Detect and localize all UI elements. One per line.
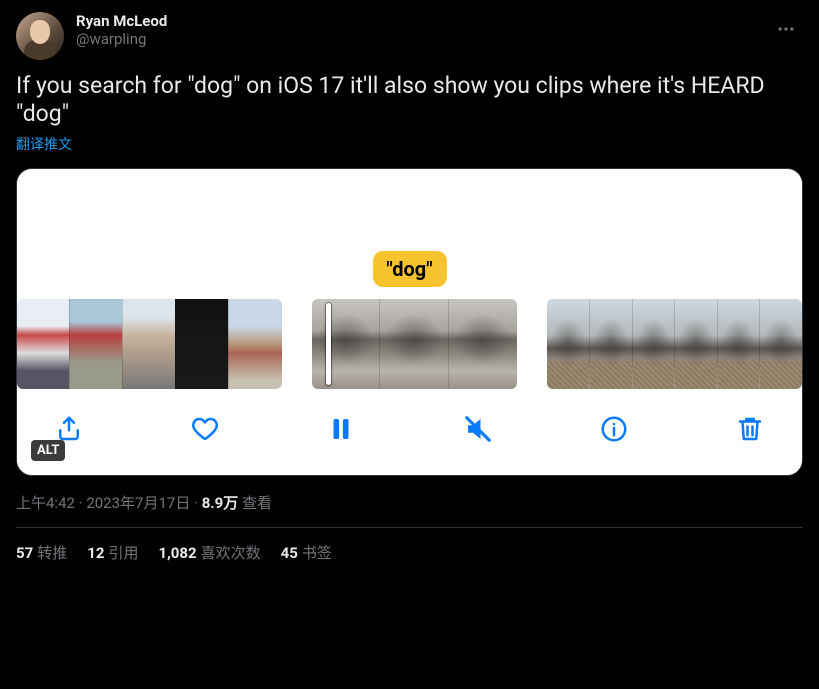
media-toolbar [17,389,802,475]
video-scrubber-filmstrip[interactable] [17,299,802,389]
clip-frame [632,299,675,389]
translate-link[interactable]: 翻译推文 [16,134,72,154]
avatar[interactable] [16,12,64,60]
pause-button[interactable] [323,411,359,447]
playhead-indicator[interactable] [326,303,331,385]
more-options-button[interactable] [769,12,803,46]
divider [16,527,803,528]
clip-frame [717,299,760,389]
speaker-muted-icon [463,414,493,444]
media-top-area: "dog" [17,169,802,299]
mute-button[interactable] [460,411,496,447]
likes-count: 1,082 [158,544,196,562]
likes-label: 喜欢次数 [201,544,261,562]
media-attachment[interactable]: "dog" [16,168,803,476]
clip-frame [448,299,517,389]
clip-frame [175,299,228,389]
retweets-count: 57 [16,544,33,562]
tweet-container: Ryan McLeod @warpling If you search for … [0,0,819,575]
trash-icon [735,414,765,444]
clip-frame [674,299,717,389]
clip-frame [312,299,380,389]
separator: · [190,494,201,512]
clip-frame [17,299,69,389]
search-term-caption: "dog" [372,251,446,287]
quotes-stat[interactable]: 12引用 [87,542,138,563]
clip-frame [69,299,122,389]
delete-button[interactable] [732,411,768,447]
author-display-name: Ryan McLeod [76,12,167,30]
author-handle: @warpling [76,30,167,48]
tweet-header: Ryan McLeod @warpling [16,12,803,60]
clip-frame [379,299,448,389]
ellipsis-icon [776,19,796,39]
bookmarks-count: 45 [281,544,298,562]
clip-frame [547,299,589,389]
heart-icon [190,414,220,444]
likes-stat[interactable]: 1,082 喜欢次数 [158,542,260,563]
pause-icon [326,414,356,444]
quotes-label: 引用 [108,544,138,562]
retweets-stat[interactable]: 57转推 [16,542,67,563]
clip-frame [759,299,802,389]
bookmarks-stat[interactable]: 45书签 [281,542,332,563]
quotes-count: 12 [87,544,104,562]
engagement-stats-row: 57转推 12引用 1,082 喜欢次数 45书签 [16,542,803,563]
clip-thumbnail-group [547,299,802,389]
separator: · [75,494,86,512]
bookmarks-label: 书签 [302,544,332,562]
author-name-block[interactable]: Ryan McLeod @warpling [76,12,167,48]
tweet-date: 2023年7月17日 [86,494,190,512]
favorite-button[interactable] [187,411,223,447]
tweet-timestamp-row[interactable]: 上午4:42 · 2023年7月17日 · 8.9万 查看 [16,492,803,513]
clip-thumbnail-group [312,299,518,389]
tweet-time: 上午4:42 [16,494,75,512]
clip-thumbnail-group [17,299,282,389]
clip-frame [228,299,281,389]
tweet-text: If you search for "dog" on iOS 17 it'll … [16,72,803,128]
clip-frame [589,299,632,389]
retweets-label: 转推 [37,544,67,562]
info-button[interactable] [596,411,632,447]
clip-frame [122,299,175,389]
view-label: 查看 [238,494,272,512]
view-count: 8.9万 [202,494,239,512]
alt-text-badge[interactable]: ALT [31,440,65,461]
info-icon [599,414,629,444]
